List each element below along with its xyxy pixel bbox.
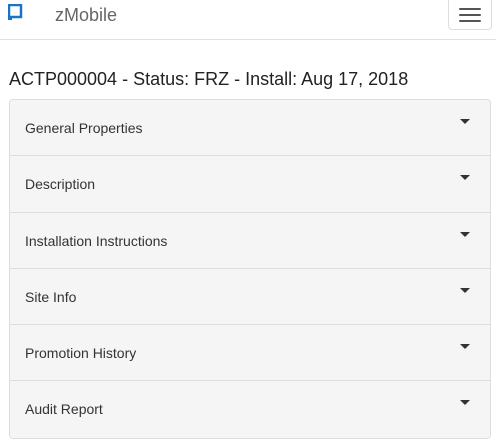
panel-site-info[interactable]: Site Info — [10, 268, 490, 326]
caret-down-icon — [460, 119, 470, 124]
accordion: General Properties Description Installat… — [9, 99, 491, 439]
panel-label: Promotion History — [25, 345, 137, 362]
caret-down-icon — [460, 287, 470, 293]
brand-name[interactable]: zMobile — [55, 5, 117, 25]
caret-down-icon — [460, 344, 470, 350]
panel-general-properties[interactable]: General Properties — [10, 100, 490, 157]
square-logo-icon[interactable] — [8, 4, 24, 20]
panel-installation-instructions[interactable]: Installation Instructions — [10, 212, 490, 269]
panel-label: Description — [25, 176, 96, 193]
caret-down-icon — [460, 175, 470, 181]
navbar: zMobile — [0, 0, 496, 40]
panel-label: Site Info — [25, 288, 77, 305]
navbar-toggle-button[interactable] — [448, 0, 492, 30]
panel-description[interactable]: Description — [10, 156, 490, 213]
panel-label: Installation Instructions — [25, 232, 168, 249]
caret-down-icon — [460, 231, 470, 237]
panel-label: Audit Report — [25, 401, 103, 418]
panel-audit-report[interactable]: Audit Report — [10, 381, 490, 438]
caret-down-icon — [460, 400, 470, 406]
page-title: ACTP000004 - Status: FRZ - Install: Aug … — [9, 69, 409, 89]
panel-promotion-history[interactable]: Promotion History — [10, 325, 490, 382]
panel-label: General Properties — [25, 120, 143, 136]
